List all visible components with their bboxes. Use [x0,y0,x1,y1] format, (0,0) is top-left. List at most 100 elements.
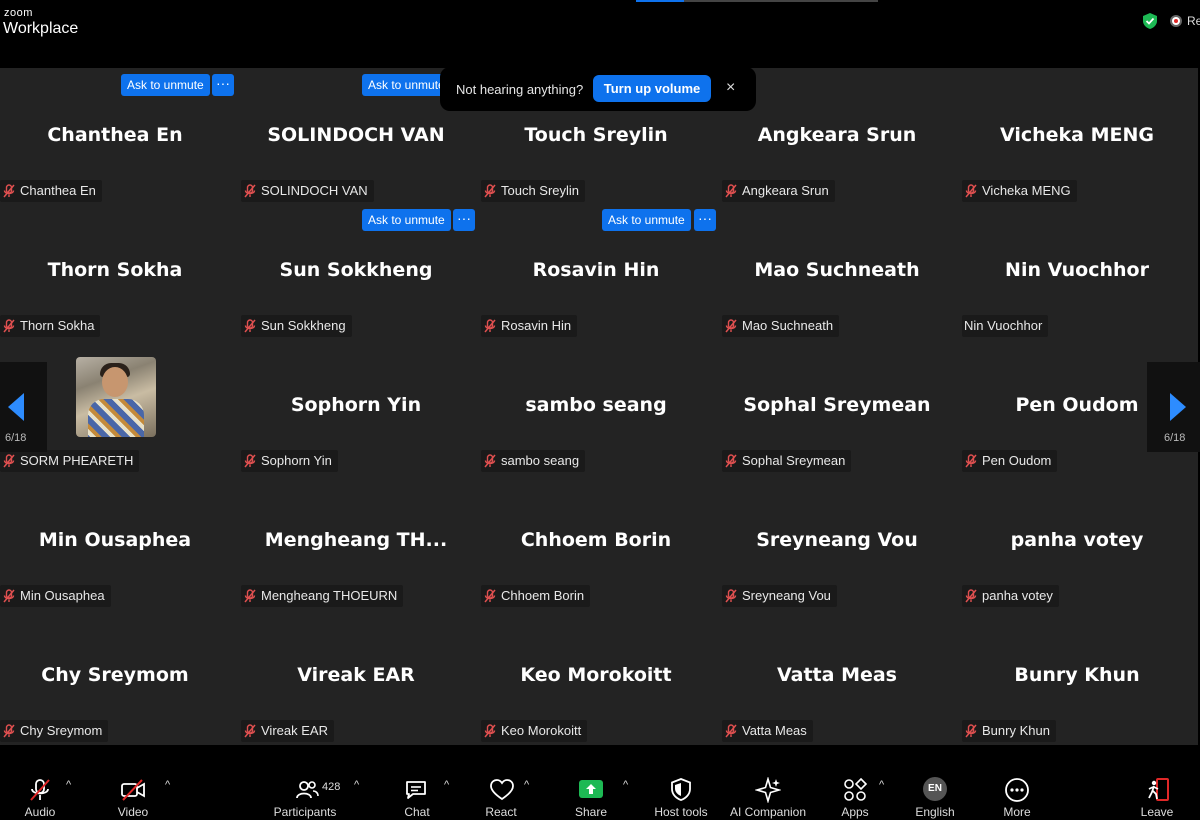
previous-page-button[interactable]: 6/18 [0,362,47,452]
participant-label-text: SORM PHEARETH [20,453,134,468]
participant-label: Vatta Meas [722,720,813,742]
ai-companion-button[interactable]: AI Companion [727,765,809,820]
participant-label-text: Vireak EAR [261,723,328,738]
video-off-icon [121,779,145,801]
participant-label: Thorn Sokha [0,315,101,337]
mic-muted-icon [965,454,977,468]
mic-muted-icon [3,319,15,333]
participant-name: Sun Sokkheng [279,259,433,281]
participant-tile[interactable]: Sreyneang Vou Sreyneang Vou [722,473,962,608]
participant-label-text: Sreyneang Vou [742,588,831,603]
participant-label-text: Keo Morokoitt [501,723,582,738]
participant-label: Mengheang THOEURN [241,585,404,607]
ask-to-unmute-button[interactable]: Ask to unmute [602,209,691,231]
share-options-caret[interactable]: ^ [623,779,628,791]
apps-options-caret[interactable]: ^ [879,779,884,791]
participant-label: Mao Suchneath [722,315,840,337]
participant-video [76,357,156,437]
participant-tile[interactable]: Chy Sreymom Chy Sreymom [0,608,240,743]
mic-muted-icon [3,184,15,198]
mic-muted-icon [965,184,977,198]
mic-muted-icon [244,724,256,738]
participant-name: Thorn Sokha [47,259,183,281]
more-button[interactable]: More [995,765,1040,820]
next-page-button[interactable]: 6/18 [1147,362,1200,452]
chat-options-caret[interactable]: ^ [444,779,449,791]
gallery-view: Chanthea En Chanthea En SOLINDOCH VAN SOLIN… [0,68,1198,745]
participant-label-text: Mengheang THOEURN [261,588,398,603]
participant-tile[interactable]: Sophal Sreymean Sophal Sreymean [722,338,962,473]
participant-label: Angkeara Srun [722,180,835,202]
participant-tile[interactable]: Bunry Khun Bunry Khun [962,608,1200,743]
participant-tile[interactable]: Vicheka MENG Vicheka MENG [962,68,1200,203]
react-button[interactable]: React [480,765,525,820]
tile-more-button[interactable]: ··· [212,74,234,96]
recording-label[interactable]: Re [1187,14,1200,28]
participant-name: Bunry Khun [1014,664,1140,686]
participant-label: Pen Oudom [962,450,1058,472]
participant-name: panha votey [1010,529,1144,551]
leave-button[interactable]: Leave [1135,765,1180,820]
tile-more-button[interactable]: ··· [694,209,716,231]
ask-to-unmute-button[interactable]: Ask to unmute [362,209,451,231]
participant-tile[interactable]: Vatta Meas Vatta Meas [722,608,962,743]
arrow-left-icon [8,393,24,421]
ask-to-unmute-button[interactable]: Ask to unmute [362,74,451,96]
video-options-caret[interactable]: ^ [165,779,170,791]
mic-muted-icon [965,589,977,603]
share-button[interactable]: Share [570,765,615,820]
participant-name: Mao Suchneath [754,259,920,281]
participants-button[interactable]: 428 Participants [270,765,350,820]
participant-tile[interactable]: Sophorn Yin Sophorn Yin [241,338,481,473]
participant-tile[interactable]: Thorn Sokha Thorn Sokha [0,203,240,338]
participant-tile[interactable]: Nin Vuochhor Nin Vuochhor [962,203,1200,338]
close-icon[interactable]: × [726,79,735,97]
share-label: Share [574,805,608,819]
language-icon: EN [923,777,947,801]
security-shield-icon[interactable] [1141,12,1159,30]
participant-label-text: Mao Suchneath [742,318,834,333]
participants-label: Participants [273,805,337,819]
participant-tile[interactable]: Min Ousaphea Min Ousaphea [0,473,240,608]
recording-indicator-icon[interactable] [1172,17,1180,25]
participant-tile[interactable]: Angkeara Srun Angkeara Srun [722,68,962,203]
video-label: Video [117,805,149,819]
top-progress-bar [636,0,878,2]
more-label: More [1003,805,1031,819]
apps-button[interactable]: Apps [833,765,878,820]
participant-tile[interactable]: panha votey panha votey [962,473,1200,608]
participant-tile[interactable]: Keo Morokoitt Keo Morokoitt [481,608,721,743]
participant-name: Angkeara Srun [757,124,917,146]
leave-label: Leave [1140,805,1174,819]
participants-options-caret[interactable]: ^ [354,779,359,791]
participant-tile[interactable]: Vireak EAR Vireak EAR [241,608,481,743]
react-options-caret[interactable]: ^ [524,779,529,791]
participant-name: Min Ousaphea [38,529,192,551]
turn-up-volume-button[interactable]: Turn up volume [593,75,711,102]
participant-name: Keo Morokoitt [520,664,672,686]
host-tools-button[interactable]: Host tools [650,765,712,820]
participant-name: Rosavin Hin [532,259,660,281]
participant-name: Nin Vuochhor [1005,259,1149,281]
participant-label: Sophal Sreymean [722,450,852,472]
mic-muted-icon [484,454,496,468]
participant-label-text: Vatta Meas [742,723,807,738]
language-button[interactable]: EN English [910,765,960,820]
page-indicator: 6/18 [1164,432,1186,444]
participant-name: Sreyneang Vou [756,529,918,551]
chat-button[interactable]: Chat [395,765,440,820]
audio-options-caret[interactable]: ^ [66,779,71,791]
participant-label-text: Min Ousaphea [20,588,105,603]
mic-muted-icon [244,184,256,198]
ask-to-unmute-button[interactable]: Ask to unmute [121,74,210,96]
participant-tile[interactable]: Mengheang TH... Mengheang THOEURN [241,473,481,608]
participant-tile[interactable]: Mao Suchneath Mao Suchneath [722,203,962,338]
tile-more-button[interactable]: ··· [453,209,475,231]
participant-tile[interactable]: Chhoem Borin Chhoem Borin [481,473,721,608]
share-screen-icon [579,780,603,798]
mic-muted-icon [965,724,977,738]
participant-tile[interactable]: sambo seang sambo seang [481,338,721,473]
participant-label-text: Nin Vuochhor [964,318,1043,333]
video-button[interactable]: Video [100,765,160,820]
audio-button[interactable]: Audio [0,765,60,820]
